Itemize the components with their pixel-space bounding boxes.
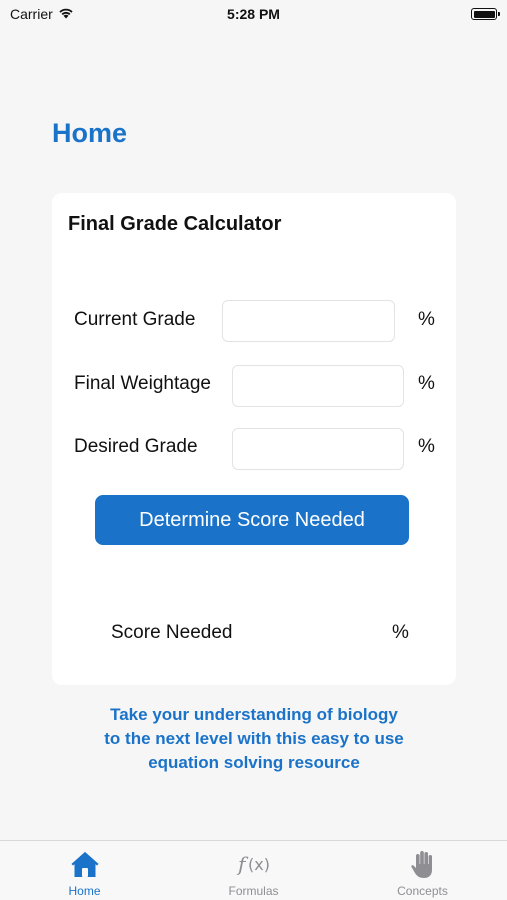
calculator-card: Final Grade Calculator Current Grade % F…	[52, 193, 456, 685]
promo-line: to the next level with this easy to use	[104, 729, 404, 748]
hand-icon	[338, 849, 507, 879]
score-needed-label: Score Needed	[111, 622, 233, 643]
tab-formulas-label: Formulas	[228, 884, 279, 898]
final-weightage-label: Final Weightage	[74, 373, 211, 394]
tab-home-label: Home	[68, 884, 101, 898]
desired-grade-input[interactable]	[232, 428, 404, 470]
house-icon	[0, 849, 169, 879]
tab-formulas[interactable]: f (x) Formulas	[169, 841, 338, 900]
current-grade-label: Current Grade	[74, 309, 196, 330]
promo-line: Take your understanding of biology	[110, 705, 398, 724]
tab-concepts[interactable]: Concepts	[338, 841, 507, 900]
page-title: Home	[52, 118, 128, 148]
status-bar: Carrier 5:28 PM	[0, 0, 507, 30]
function-icon: f (x)	[169, 849, 338, 879]
final-weightage-input[interactable]	[232, 365, 404, 407]
desired-grade-label: Desired Grade	[74, 436, 198, 457]
current-grade-unit: %	[418, 309, 435, 330]
determine-score-button[interactable]: Determine Score Needed	[95, 495, 409, 545]
current-grade-input[interactable]	[222, 300, 395, 342]
svg-text:(x): (x)	[248, 855, 270, 874]
promo-line: equation solving resource	[148, 753, 360, 772]
promo-text: Take your understanding of biology to th…	[52, 703, 456, 775]
calculator-title: Final Grade Calculator	[68, 213, 282, 235]
battery-icon	[471, 8, 500, 20]
score-needed-unit: %	[392, 622, 409, 643]
tab-bar: Home f (x) Formulas Concepts	[0, 840, 507, 900]
status-time: 5:28 PM	[227, 6, 280, 22]
tab-concepts-label: Concepts	[397, 884, 448, 898]
desired-grade-unit: %	[418, 436, 435, 457]
final-weightage-unit: %	[418, 373, 435, 394]
tab-home[interactable]: Home	[0, 841, 169, 900]
